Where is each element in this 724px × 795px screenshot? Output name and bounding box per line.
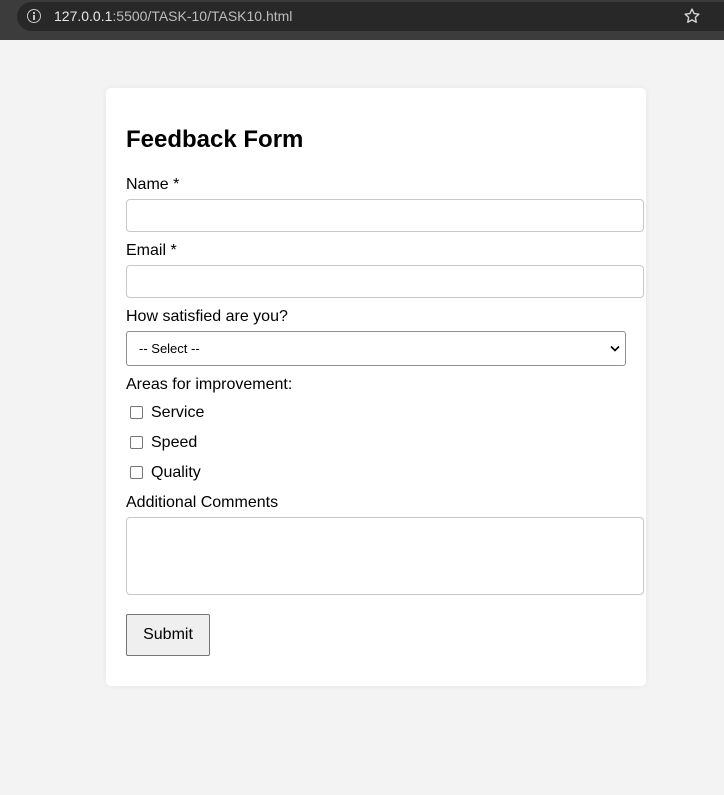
- email-input[interactable]: [126, 265, 644, 298]
- email-label: Email *: [126, 242, 177, 259]
- speed-checkbox-label[interactable]: Speed: [151, 434, 197, 452]
- url-host: 127.0.0.1: [54, 8, 113, 24]
- quality-checkbox[interactable]: [130, 466, 143, 479]
- form-title: Feedback Form: [126, 126, 304, 153]
- name-label: Name *: [126, 176, 180, 193]
- service-checkbox[interactable]: [130, 406, 143, 419]
- url-text[interactable]: 127.0.0.1:5500/TASK-10/TASK10.html: [54, 8, 292, 24]
- comments-label: Additional Comments: [126, 494, 279, 511]
- address-bar[interactable]: 127.0.0.1:5500/TASK-10/TASK10.html: [17, 2, 724, 31]
- feedback-form-card: Feedback Form Name * Email * How satisfi…: [106, 88, 646, 686]
- satisfaction-label: How satisfied are you?: [126, 308, 288, 325]
- url-path: :5500/TASK-10/TASK10.html: [112, 8, 293, 24]
- star-icon[interactable]: [683, 7, 701, 25]
- improvement-label: Areas for improvement:: [126, 376, 293, 393]
- service-checkbox-label[interactable]: Service: [151, 404, 204, 422]
- quality-checkbox-label[interactable]: Quality: [151, 464, 201, 482]
- satisfaction-select[interactable]: -- Select --: [126, 331, 626, 366]
- info-icon[interactable]: [27, 9, 41, 23]
- submit-button[interactable]: Submit: [126, 614, 210, 656]
- chevron-down-icon: [610, 345, 620, 352]
- browser-toolbar: 127.0.0.1:5500/TASK-10/TASK10.html: [0, 0, 724, 40]
- satisfaction-selected-value: -- Select --: [139, 341, 200, 356]
- speed-checkbox[interactable]: [130, 436, 143, 449]
- comments-textarea[interactable]: [126, 517, 644, 595]
- name-input[interactable]: [126, 199, 644, 232]
